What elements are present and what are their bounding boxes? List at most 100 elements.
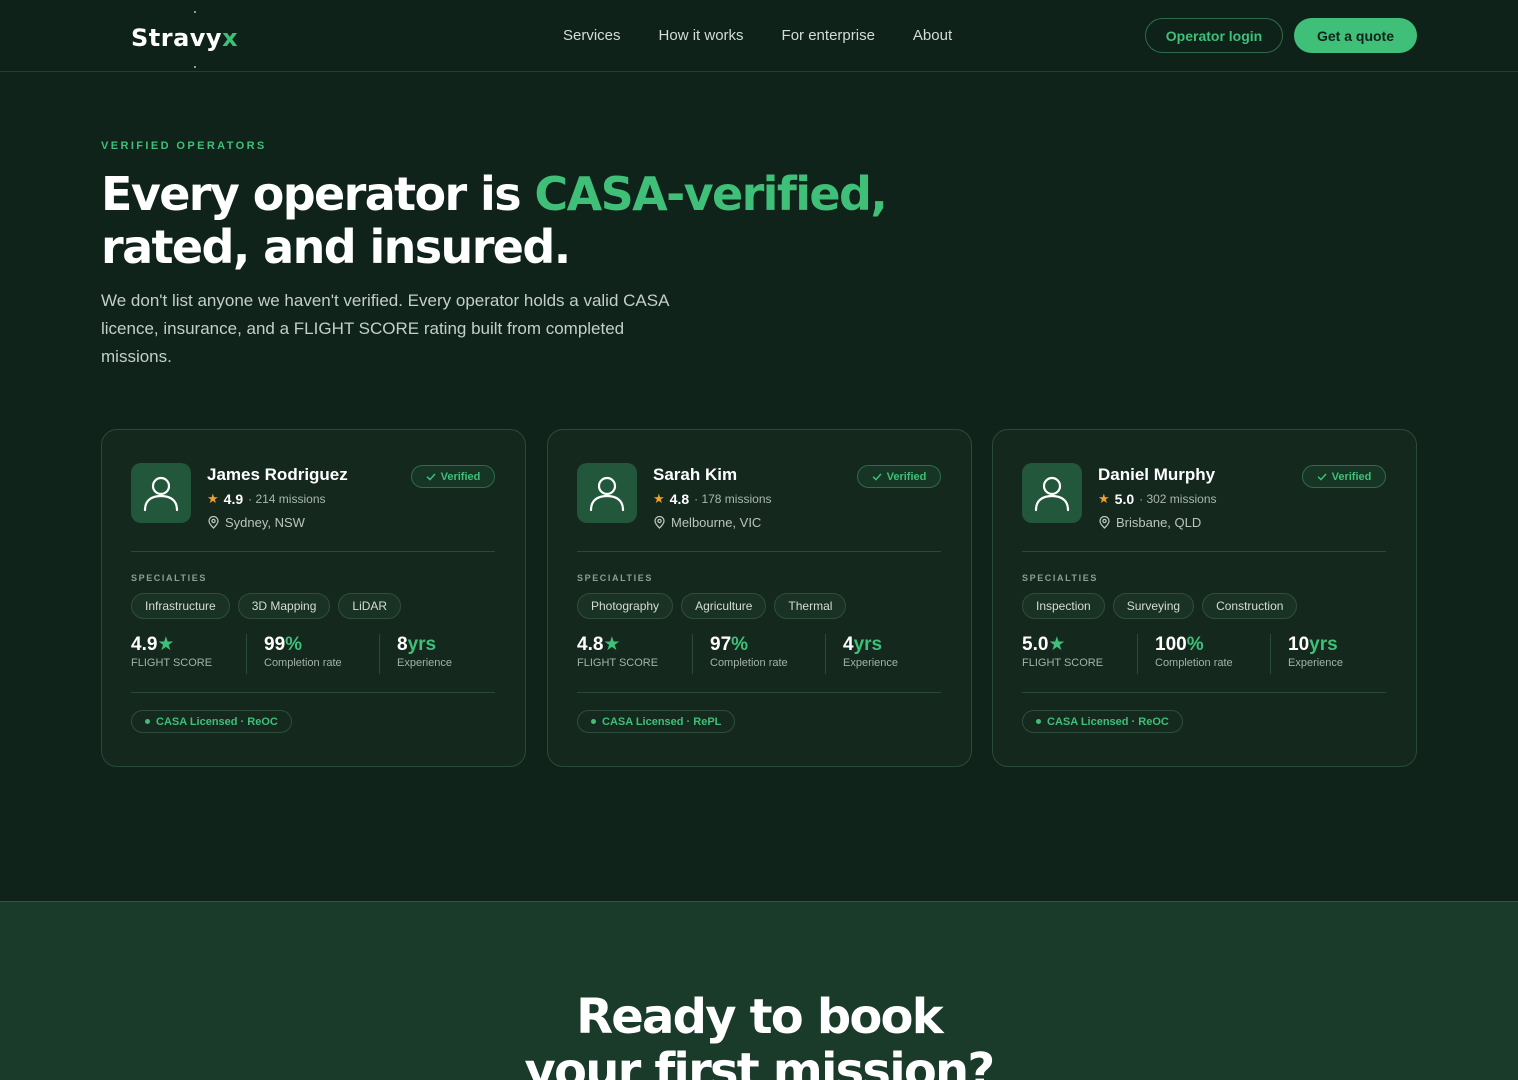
- license-badge: CASA Licensed · ReOC: [131, 710, 292, 733]
- location-pin-icon: [208, 516, 219, 529]
- cta-section: Ready to book your first mission?: [0, 901, 1518, 1080]
- card-divider: [577, 692, 941, 693]
- specialty-chip: LiDAR: [338, 593, 402, 619]
- stat-divider: [379, 634, 380, 674]
- license-dot-icon: [1036, 719, 1041, 724]
- rating-line: ★ 4.8 · 178 missions: [653, 491, 772, 507]
- operator-rating: 4.8: [669, 491, 690, 507]
- operator-stats: 4.9★ FLIGHT SCORE 99% Completion rate 8y…: [131, 634, 495, 674]
- operator-location: Melbourne, VIC: [671, 515, 762, 530]
- flight-score-value: 4.8: [577, 634, 604, 655]
- stat-flight-score: 4.9★ FLIGHT SCORE: [131, 634, 212, 669]
- completion-value: 100: [1155, 634, 1187, 655]
- location-line: Melbourne, VIC: [653, 515, 761, 530]
- verified-badge: Verified: [1302, 465, 1386, 488]
- verified-label: Verified: [1331, 470, 1372, 483]
- card-divider: [131, 692, 495, 693]
- star-icon: ★: [653, 491, 665, 506]
- card-divider: [131, 551, 495, 552]
- top-nav: Stravyx Services How it works For enterp…: [0, 0, 1518, 72]
- license-label: CASA Licensed · ReOC: [156, 715, 278, 728]
- specialties-label: SPECIALTIES: [577, 573, 653, 583]
- cta-heading-line1: Ready to book: [576, 989, 944, 1045]
- verified-badge: Verified: [411, 465, 495, 488]
- stat-completion: 99% Completion rate: [264, 634, 342, 669]
- license-dot-icon: [591, 719, 596, 724]
- check-icon: [1317, 473, 1326, 481]
- nav-link-about[interactable]: About: [913, 27, 952, 44]
- check-icon: [872, 473, 881, 481]
- experience-label: Experience: [397, 657, 453, 669]
- mission-count: · 302 missions: [1139, 492, 1217, 506]
- mission-count: · 178 missions: [694, 492, 772, 506]
- stat-divider: [1137, 634, 1138, 674]
- license-label: CASA Licensed · RePL: [602, 715, 722, 728]
- user-icon: [143, 476, 179, 512]
- get-quote-button[interactable]: Get a quote: [1294, 18, 1417, 53]
- nav-link-how-it-works[interactable]: How it works: [659, 27, 744, 44]
- stat-divider: [825, 634, 826, 674]
- completion-unit: %: [285, 634, 303, 655]
- specialty-chip: Surveying: [1112, 593, 1195, 619]
- nav-link-services[interactable]: Services: [563, 27, 621, 44]
- operator-name[interactable]: Sarah Kim: [653, 465, 737, 485]
- nav-link-for-enterprise[interactable]: For enterprise: [782, 27, 875, 44]
- operator-card[interactable]: Sarah Kim ★ 4.8 · 178 missions Melbourne…: [547, 429, 972, 767]
- operator-name[interactable]: Daniel Murphy: [1098, 465, 1215, 485]
- stat-divider: [692, 634, 693, 674]
- license-badge: CASA Licensed · ReOC: [1022, 710, 1183, 733]
- experience-label: Experience: [1288, 657, 1344, 669]
- brand-name: Stravy: [131, 24, 223, 52]
- specialty-chip: 3D Mapping: [237, 593, 331, 619]
- specialties-label: SPECIALTIES: [1022, 573, 1098, 583]
- operator-rating: 5.0: [1114, 491, 1135, 507]
- operator-card[interactable]: James Rodriguez ★ 4.9 · 214 missions Syd…: [101, 429, 526, 767]
- cta-heading-line2: your first mission?: [524, 1043, 996, 1080]
- user-icon: [1034, 476, 1070, 512]
- headline-part2: rated, and insured.: [101, 220, 571, 274]
- completion-label: Completion rate: [264, 657, 342, 669]
- stat-experience: 10yrs Experience: [1288, 634, 1343, 669]
- operator-name[interactable]: James Rodriguez: [207, 465, 348, 485]
- stat-experience: 8yrs Experience: [397, 634, 452, 669]
- completion-value: 97: [710, 634, 732, 655]
- page-headline: Every operator is CASA-verified, rated, …: [101, 168, 1001, 274]
- flight-score-value: 4.9: [131, 634, 158, 655]
- specialty-chips: Infrastructure 3D Mapping LiDAR: [131, 593, 402, 619]
- mission-count: · 214 missions: [248, 492, 326, 506]
- license-badge: CASA Licensed · RePL: [577, 710, 736, 733]
- avatar: [577, 463, 637, 523]
- stat-experience: 4yrs Experience: [843, 634, 898, 669]
- location-line: Brisbane, QLD: [1098, 515, 1201, 530]
- logo-dot: [194, 66, 196, 68]
- brand-logo[interactable]: Stravyx: [131, 11, 238, 68]
- rating-line: ★ 5.0 · 302 missions: [1098, 491, 1217, 507]
- section-eyebrow: VERIFIED OPERATORS: [101, 140, 267, 152]
- hero-lede: We don't list anyone we haven't verified…: [101, 291, 669, 366]
- avatar: [1022, 463, 1082, 523]
- logo-dot: [194, 11, 196, 13]
- rating-line: ★ 4.9 · 214 missions: [207, 491, 326, 507]
- completion-unit: %: [731, 634, 749, 655]
- operator-card[interactable]: Daniel Murphy ★ 5.0 · 302 missions Brisb…: [992, 429, 1417, 767]
- nav-links: Services How it works For enterprise Abo…: [563, 27, 952, 44]
- operator-login-button[interactable]: Operator login: [1145, 18, 1283, 53]
- flight-score-star-icon: ★: [603, 634, 621, 655]
- flight-score-star-icon: ★: [157, 634, 175, 655]
- verified-label: Verified: [886, 470, 927, 483]
- cta-heading: Ready to book your first mission?: [0, 990, 1518, 1080]
- card-divider: [1022, 692, 1386, 693]
- experience-label: Experience: [843, 657, 899, 669]
- operator-rating: 4.9: [223, 491, 244, 507]
- verified-label: Verified: [440, 470, 481, 483]
- completion-label: Completion rate: [1155, 657, 1233, 669]
- completion-value: 99: [264, 634, 286, 655]
- specialty-chips: Photography Agriculture Thermal: [577, 593, 847, 619]
- card-divider: [1022, 551, 1386, 552]
- completion-unit: %: [1186, 634, 1204, 655]
- operator-stats: 5.0★ FLIGHT SCORE 100% Completion rate 1…: [1022, 634, 1386, 674]
- flight-score-label: FLIGHT SCORE: [1022, 657, 1104, 669]
- location-pin-icon: [654, 516, 665, 529]
- experience-unit: yrs: [853, 634, 883, 655]
- license-label: CASA Licensed · ReOC: [1047, 715, 1169, 728]
